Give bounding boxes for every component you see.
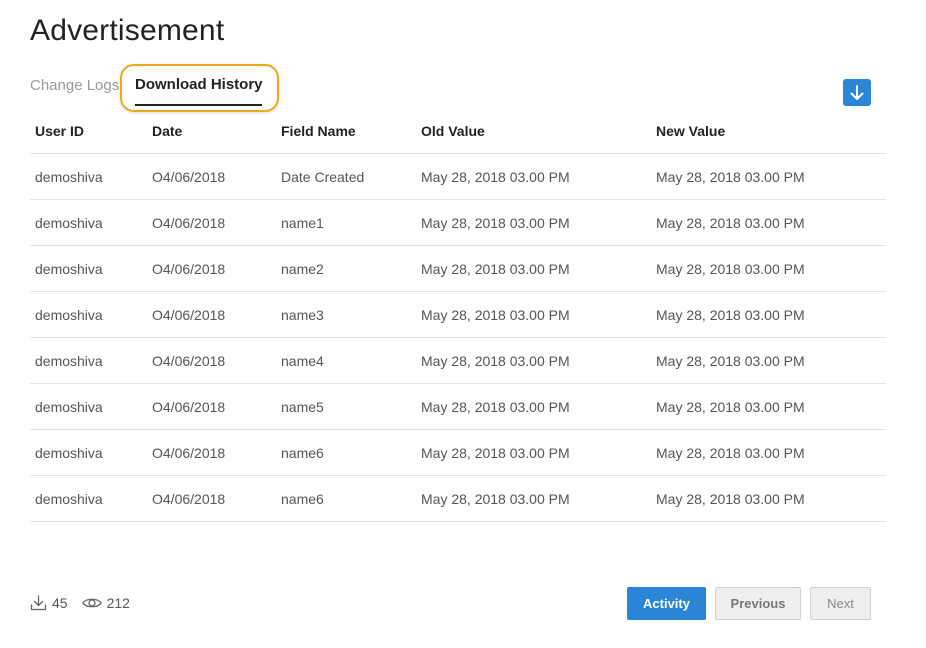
cell-field-name: name6 <box>276 475 416 522</box>
download-button[interactable] <box>843 79 871 106</box>
table-row: demoshiva O4/06/2018 name6 May 28, 2018 … <box>30 475 886 522</box>
cell-field-name: Date Created <box>276 153 416 200</box>
table-row: demoshiva O4/06/2018 Date Created May 28… <box>30 153 886 200</box>
cell-field-name: name2 <box>276 245 416 292</box>
activity-button[interactable]: Activity <box>627 587 706 620</box>
cell-date: O4/06/2018 <box>147 337 276 384</box>
table-row: demoshiva O4/06/2018 name4 May 28, 2018 … <box>30 337 886 384</box>
cell-old-value: May 28, 2018 03.00 PM <box>416 291 651 338</box>
previous-button[interactable]: Previous <box>715 587 801 620</box>
cell-user-id: demoshiva <box>30 429 147 476</box>
cell-user-id: demoshiva <box>30 383 147 430</box>
table-row: demoshiva O4/06/2018 name3 May 28, 2018 … <box>30 291 886 338</box>
cell-new-value: May 28, 2018 03.00 PM <box>651 245 886 292</box>
cell-new-value: May 28, 2018 03.00 PM <box>651 429 886 476</box>
table-row: demoshiva O4/06/2018 name1 May 28, 2018 … <box>30 199 886 246</box>
download-count-value: 45 <box>52 595 68 611</box>
cell-user-id: demoshiva <box>30 245 147 292</box>
header-date: Date <box>147 108 276 154</box>
cell-old-value: May 28, 2018 03.00 PM <box>416 429 651 476</box>
header-new-value: New Value <box>651 108 886 154</box>
download-count: 45 <box>30 595 68 611</box>
cell-new-value: May 28, 2018 03.00 PM <box>651 475 886 522</box>
cell-user-id: demoshiva <box>30 291 147 338</box>
cell-old-value: May 28, 2018 03.00 PM <box>416 337 651 384</box>
cell-date: O4/06/2018 <box>147 383 276 430</box>
cell-new-value: May 28, 2018 03.00 PM <box>651 337 886 384</box>
cell-date: O4/06/2018 <box>147 199 276 246</box>
header-field-name: Field Name <box>276 108 416 154</box>
table-header-row: User ID Date Field Name Old Value New Va… <box>30 108 886 154</box>
cell-field-name: name3 <box>276 291 416 338</box>
header-old-value: Old Value <box>416 108 651 154</box>
view-count-value: 212 <box>106 595 130 611</box>
cell-user-id: demoshiva <box>30 337 147 384</box>
cell-old-value: May 28, 2018 03.00 PM <box>416 245 651 292</box>
cell-user-id: demoshiva <box>30 153 147 200</box>
cell-date: O4/06/2018 <box>147 153 276 200</box>
header-user-id: User ID <box>30 108 147 154</box>
next-button[interactable]: Next <box>810 587 871 620</box>
cell-old-value: May 28, 2018 03.00 PM <box>416 383 651 430</box>
cell-new-value: May 28, 2018 03.00 PM <box>651 291 886 338</box>
active-tab-underline <box>135 104 262 106</box>
page-title: Advertisement <box>30 14 225 47</box>
cell-field-name: name1 <box>276 199 416 246</box>
download-icon <box>30 595 47 611</box>
cell-date: O4/06/2018 <box>147 475 276 522</box>
tab-change-logs[interactable]: Change Logs <box>30 77 119 94</box>
cell-new-value: May 28, 2018 03.00 PM <box>651 199 886 246</box>
cell-field-name: name4 <box>276 337 416 384</box>
stats-bar: 45 212 <box>30 595 144 611</box>
cell-date: O4/06/2018 <box>147 291 276 338</box>
cell-field-name: name5 <box>276 383 416 430</box>
table-row: demoshiva O4/06/2018 name6 May 28, 2018 … <box>30 429 886 476</box>
cell-old-value: May 28, 2018 03.00 PM <box>416 199 651 246</box>
cell-user-id: demoshiva <box>30 199 147 246</box>
table-row: demoshiva O4/06/2018 name2 May 28, 2018 … <box>30 245 886 292</box>
view-count: 212 <box>81 595 130 611</box>
cell-field-name: name6 <box>276 429 416 476</box>
arrow-down-icon <box>850 84 864 100</box>
cell-new-value: May 28, 2018 03.00 PM <box>651 153 886 200</box>
cell-user-id: demoshiva <box>30 475 147 522</box>
cell-date: O4/06/2018 <box>147 245 276 292</box>
cell-date: O4/06/2018 <box>147 429 276 476</box>
cell-old-value: May 28, 2018 03.00 PM <box>416 153 651 200</box>
tab-download-history[interactable]: Download History <box>135 76 263 93</box>
eye-icon <box>81 598 102 608</box>
cell-old-value: May 28, 2018 03.00 PM <box>416 475 651 522</box>
cell-new-value: May 28, 2018 03.00 PM <box>651 383 886 430</box>
table-row: demoshiva O4/06/2018 name5 May 28, 2018 … <box>30 383 886 430</box>
history-table: User ID Date Field Name Old Value New Va… <box>30 108 886 522</box>
